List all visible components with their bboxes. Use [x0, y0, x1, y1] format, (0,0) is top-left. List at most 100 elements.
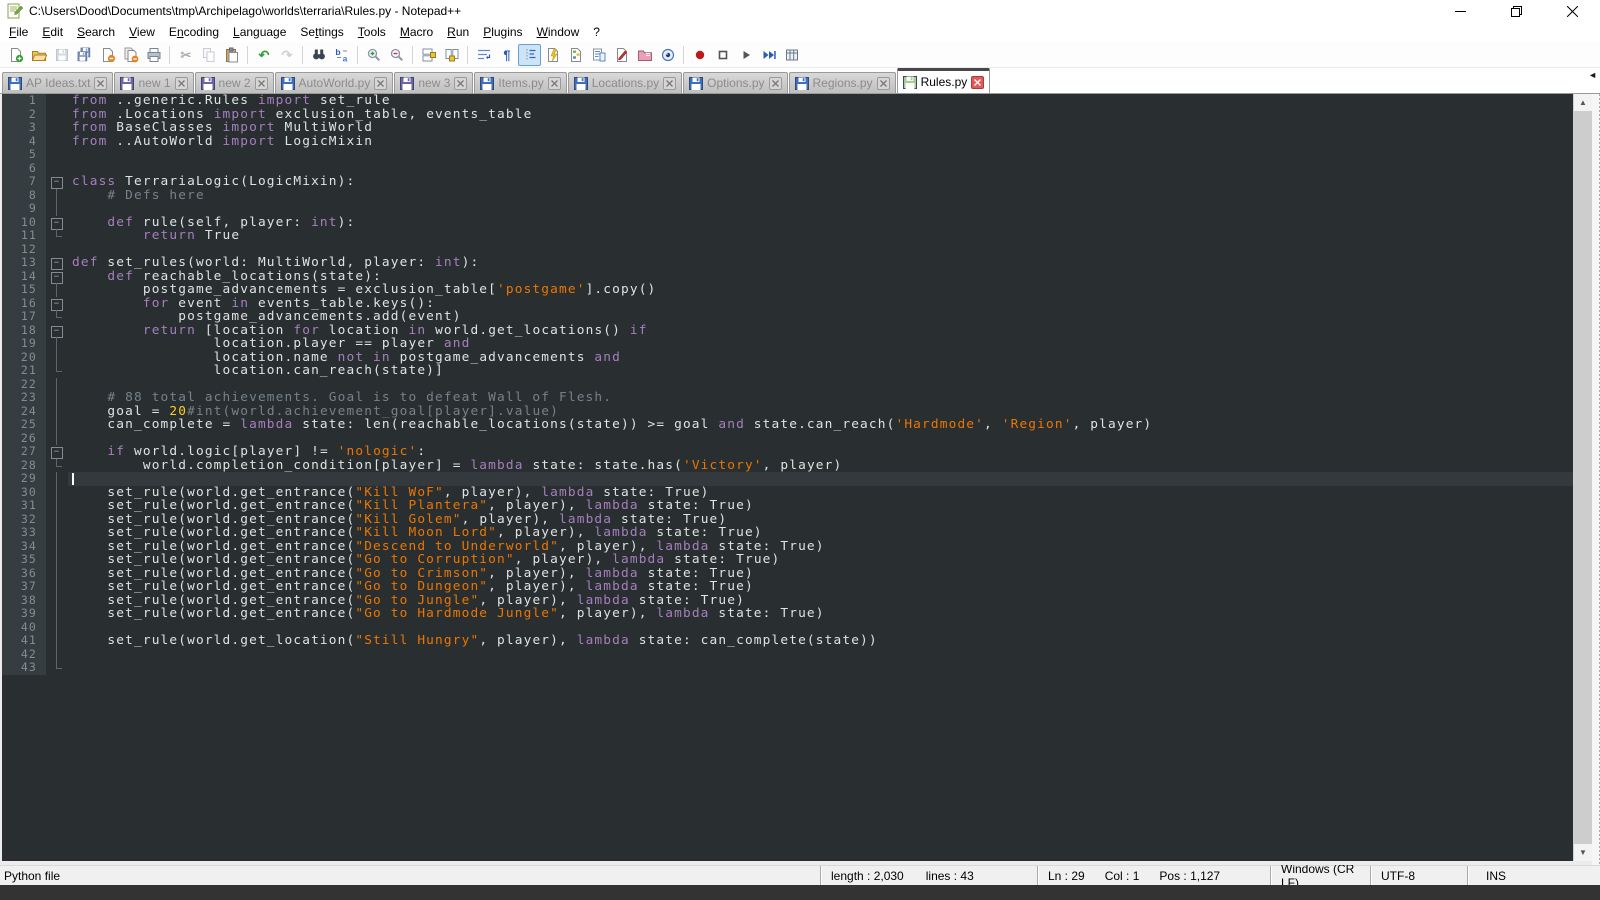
code-line-25[interactable]: 25 can_complete = lambda state: len(reac… — [2, 418, 1573, 432]
tab-rules-py[interactable]: Rules.py — [897, 68, 991, 93]
code-line-30[interactable]: 30 set_rule(world.get_entrance("Kill WoF… — [2, 486, 1573, 500]
code-line-29[interactable]: 29 — [2, 472, 1573, 486]
find-button[interactable] — [307, 44, 330, 66]
tab-close-icon[interactable] — [663, 77, 676, 90]
menu-help[interactable]: ? — [586, 23, 607, 41]
close-button[interactable] — [96, 44, 119, 66]
code-line-14[interactable]: 14 def reachable_locations(state): — [2, 270, 1573, 284]
open-file-button[interactable] — [27, 44, 50, 66]
new-file-button[interactable] — [4, 44, 27, 66]
replace-button[interactable]: ba — [330, 44, 353, 66]
redo-button[interactable]: ↷ — [275, 44, 298, 66]
indent-guide-button[interactable] — [518, 44, 541, 66]
menu-run[interactable]: Run — [440, 23, 476, 41]
menu-window[interactable]: Window — [530, 23, 587, 41]
fold-collapse-icon[interactable] — [46, 445, 68, 459]
code-line-12[interactable]: 12 — [2, 243, 1573, 257]
undo-button[interactable]: ↶ — [252, 44, 275, 66]
function-list-button[interactable] — [587, 44, 610, 66]
tab-close-icon[interactable] — [971, 76, 984, 89]
menu-encoding[interactable]: Encoding — [162, 23, 226, 41]
code-line-3[interactable]: 3from BaseClasses import MultiWorld — [2, 121, 1573, 135]
scroll-down-icon[interactable]: ▼ — [1574, 844, 1592, 861]
code-line-20[interactable]: 20 location.name not in postgame_advance… — [2, 351, 1573, 365]
tab-new-2[interactable]: new 2 — [195, 72, 274, 93]
menu-macro[interactable]: Macro — [393, 23, 440, 41]
sync-vertical-button[interactable] — [417, 44, 440, 66]
code-line-33[interactable]: 33 set_rule(world.get_entrance("Kill Moo… — [2, 526, 1573, 540]
stop-record-button[interactable] — [711, 44, 734, 66]
status-eol-format[interactable]: Windows (CR LF) — [1270, 866, 1370, 885]
code-line-41[interactable]: 41 set_rule(world.get_location("Still Hu… — [2, 634, 1573, 648]
zoom-in-button[interactable] — [362, 44, 385, 66]
save-macro-button[interactable] — [780, 44, 803, 66]
tab-scroll-left-icon[interactable]: ◄ — [1588, 70, 1597, 80]
menu-search[interactable]: Search — [70, 23, 122, 41]
menu-plugins[interactable]: Plugins — [476, 23, 529, 41]
code-line-6[interactable]: 6 — [2, 162, 1573, 176]
code-line-11[interactable]: 11 return True — [2, 229, 1573, 243]
close-all-button[interactable] — [119, 44, 142, 66]
code-line-17[interactable]: 17 postgame_advancements.add(event) — [2, 310, 1573, 324]
code-line-36[interactable]: 36 set_rule(world.get_entrance("Go to Cr… — [2, 567, 1573, 581]
menu-edit[interactable]: Edit — [35, 23, 70, 41]
menu-settings[interactable]: Settings — [293, 23, 350, 41]
tab-options-py[interactable]: Options.py — [683, 72, 787, 93]
status-encoding[interactable]: UTF-8 — [1370, 866, 1467, 885]
code-line-13[interactable]: 13def set_rules(world: MultiWorld, playe… — [2, 256, 1573, 270]
close-window-button[interactable] — [1544, 0, 1600, 22]
fold-collapse-icon[interactable] — [46, 175, 68, 189]
print-button[interactable] — [142, 44, 165, 66]
code-line-21[interactable]: 21 location.can_reach(state)] — [2, 364, 1573, 378]
define-language-button[interactable] — [541, 44, 564, 66]
code-line-37[interactable]: 37 set_rule(world.get_entrance("Go to Du… — [2, 580, 1573, 594]
word-wrap-button[interactable] — [472, 44, 495, 66]
code-line-18[interactable]: 18 return [location for location in worl… — [2, 324, 1573, 338]
code-line-9[interactable]: 9 — [2, 202, 1573, 216]
vertical-scrollbar[interactable]: ▲ ▼ — [1573, 94, 1592, 861]
tab-close-icon[interactable] — [94, 77, 107, 90]
doc-switcher-button[interactable] — [610, 44, 633, 66]
paste-button[interactable] — [220, 44, 243, 66]
tab-locations-py[interactable]: Locations.py — [568, 72, 682, 93]
tab-close-icon[interactable] — [255, 77, 268, 90]
code-line-1[interactable]: 1from ..generic.Rules import set_rule — [2, 94, 1573, 108]
menu-file[interactable]: File — [2, 23, 35, 41]
code-line-10[interactable]: 10 def rule(self, player: int): — [2, 216, 1573, 230]
code-line-4[interactable]: 4from ..AutoWorld import LogicMixin — [2, 135, 1573, 149]
tab-regions-py[interactable]: Regions.py — [789, 72, 896, 93]
code-line-15[interactable]: 15 postgame_advancements = exclusion_tab… — [2, 283, 1573, 297]
code-line-24[interactable]: 24 goal = 20#int(world.achievement_goal[… — [2, 405, 1573, 419]
minimize-button[interactable] — [1432, 0, 1488, 22]
code-line-42[interactable]: 42 — [2, 648, 1573, 662]
document-map-button[interactable] — [564, 44, 587, 66]
tab-close-icon[interactable] — [877, 77, 890, 90]
fold-collapse-icon[interactable] — [46, 270, 68, 284]
code-line-7[interactable]: 7class TerrariaLogic(LogicMixin): — [2, 175, 1573, 189]
code-editor[interactable]: 1from ..generic.Rules import set_rule2fr… — [2, 94, 1573, 861]
tab-autoworld-py[interactable]: AutoWorld.py — [275, 72, 394, 93]
sync-horizontal-button[interactable] — [440, 44, 463, 66]
zoom-out-button[interactable] — [385, 44, 408, 66]
code-line-38[interactable]: 38 set_rule(world.get_entrance("Go to Ju… — [2, 594, 1573, 608]
playback-macro-button[interactable] — [734, 44, 757, 66]
fold-collapse-icon[interactable] — [46, 216, 68, 230]
code-line-43[interactable]: 43 — [2, 661, 1573, 675]
tab-close-icon[interactable] — [769, 77, 782, 90]
code-line-39[interactable]: 39 set_rule(world.get_entrance("Go to Ha… — [2, 607, 1573, 621]
show-all-chars-button[interactable]: ¶ — [495, 44, 518, 66]
run-macro-multiple-button[interactable] — [757, 44, 780, 66]
code-line-27[interactable]: 27 if world.logic[player] != 'nologic': — [2, 445, 1573, 459]
copy-button[interactable] — [197, 44, 220, 66]
save-all-button[interactable] — [73, 44, 96, 66]
code-line-2[interactable]: 2from .Locations import exclusion_table,… — [2, 108, 1573, 122]
monitoring-button[interactable] — [656, 44, 679, 66]
tab-close-icon[interactable] — [548, 77, 561, 90]
scrollbar-thumb[interactable] — [1574, 111, 1592, 844]
code-line-28[interactable]: 28 world.completion_condition[player] = … — [2, 459, 1573, 473]
code-line-40[interactable]: 40 — [2, 621, 1573, 635]
tab-new-1[interactable]: new 1 — [114, 72, 193, 93]
tab-new-3[interactable]: new 3 — [394, 72, 473, 93]
code-line-35[interactable]: 35 set_rule(world.get_entrance("Go to Co… — [2, 553, 1573, 567]
tab-ap-ideas-txt[interactable]: AP Ideas.txt — [2, 72, 113, 93]
